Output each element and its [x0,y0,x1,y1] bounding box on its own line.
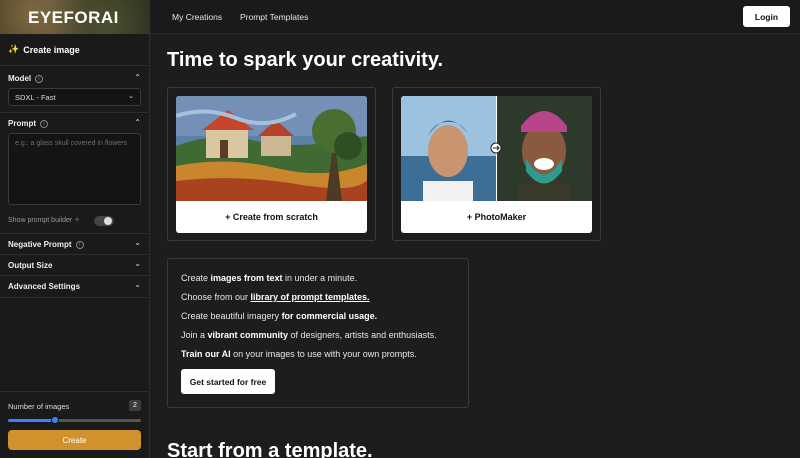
prompt-section: Prompt i ⌃ [0,112,150,132]
chevron-down-icon: ⌄ [134,238,141,247]
create-from-scratch-card[interactable]: + Create from scratch [167,87,376,241]
prompt-builder-label: Show prompt builder ✧ [8,217,81,224]
advanced-settings-label: Advanced Settings [8,282,81,291]
negative-prompt-section[interactable]: Negative Prompt i ⌄ [0,233,150,254]
output-size-section[interactable]: Output Size ⌄ [0,254,150,275]
prompt-builder-toggle[interactable] [94,216,114,226]
top-bar: EYEFORAI My Creations Prompt Templates L… [0,0,800,34]
num-images-value: 2 [129,400,141,411]
get-started-button[interactable]: Get started for free [181,369,275,394]
num-images-label: Number of images [8,402,70,411]
info-icon[interactable]: i [40,119,48,128]
feature-line: Join a vibrant community of designers, a… [181,330,437,340]
nav-prompt-templates[interactable]: Prompt Templates [240,12,308,22]
create-button[interactable]: Create [8,430,141,450]
negative-prompt-label: Negative Prompt i [8,240,84,249]
sidebar-title: ✨ Create image [8,44,80,55]
output-size-label: Output Size [8,261,53,270]
slider-thumb[interactable] [50,416,59,424]
num-images-slider[interactable] [8,419,141,422]
prompt-textarea[interactable]: e.g.: a glass skull covered in flowers [8,133,141,205]
slider-fill [8,419,55,422]
login-button[interactable]: Login [743,6,790,27]
divider [0,297,150,298]
chevron-down-icon: ⌄ [134,280,141,289]
model-select[interactable]: SDXL - Fast ⌄ [8,88,141,106]
sidebar: ✨ Create image Model i ⌃ SDXL - Fast ⌄ P… [0,34,150,458]
model-label: Model i [8,74,44,83]
photomaker-card[interactable]: + PhotoMaker [392,87,601,241]
painting-thumbnail [176,96,367,201]
template-section-title: Start from a template. [167,440,373,458]
feature-line: Train our AI on your images to use with … [181,349,417,359]
advanced-settings-section[interactable]: Advanced Settings ⌄ [0,275,150,297]
sparkle-icon: ✧ [74,217,81,224]
chevron-down-icon: ⌄ [134,259,141,268]
chevron-up-icon[interactable]: ⌃ [134,118,141,127]
feature-line: Create beautiful imagery for commercial … [181,311,378,321]
feature-line: Create images from text in under a minut… [181,273,358,283]
info-icon[interactable]: i [75,240,84,249]
feature-line: Choose from our library of prompt templa… [181,292,370,302]
photomaker-thumbnail [401,96,592,201]
page-title: Time to spark your creativity. [167,49,444,71]
feature-list: Create images from text in under a minut… [167,258,469,408]
prompt-templates-link[interactable]: library of prompt templates. [251,292,370,302]
chevron-up-icon[interactable]: ⌃ [134,73,141,82]
nav-my-creations[interactable]: My Creations [172,12,222,22]
prompt-label: Prompt i [8,119,48,128]
info-icon[interactable]: i [35,74,44,83]
logo-text: EYEFORAI [28,8,119,27]
create-from-scratch-button[interactable]: + Create from scratch [176,201,367,233]
chevron-down-icon: ⌄ [128,93,134,100]
logo[interactable]: EYEFORAI [0,0,150,34]
sparkle-icon: ✨ [8,44,20,54]
photomaker-button[interactable]: + PhotoMaker [401,201,592,233]
divider [0,391,150,392]
